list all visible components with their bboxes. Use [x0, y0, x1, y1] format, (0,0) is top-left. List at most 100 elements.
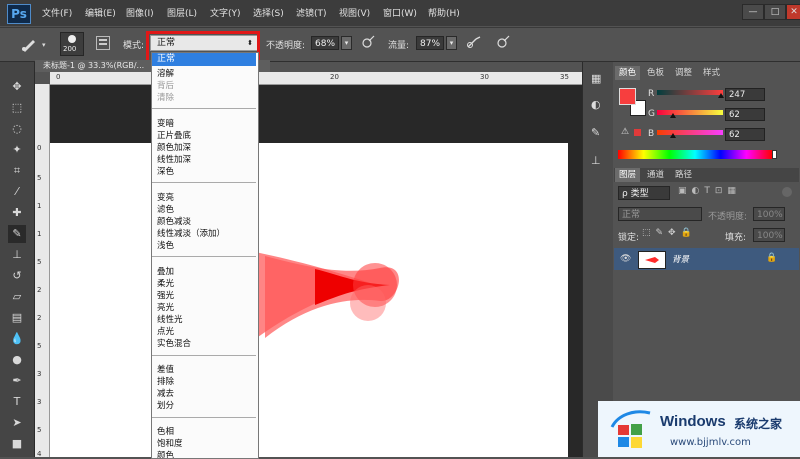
brush-panel-icon[interactable]: ✎ — [591, 126, 600, 139]
document-canvas[interactable] — [50, 143, 568, 457]
channel-r-slider[interactable] — [657, 90, 724, 98]
blend-option[interactable]: 背后 — [157, 79, 174, 91]
menu-select[interactable]: 选择(S) — [253, 6, 284, 19]
gradient-tool-icon[interactable]: ▤ — [8, 309, 26, 327]
menu-edit[interactable]: 编辑(E) — [85, 6, 116, 19]
eyedropper-tool-icon[interactable]: ⁄ — [8, 183, 26, 201]
blend-option[interactable]: 差值 — [157, 363, 174, 375]
blend-option-selected[interactable]: 正常 — [152, 53, 256, 66]
blend-option[interactable]: 溶解 — [157, 67, 174, 79]
history-brush-tool-icon[interactable]: ↺ — [8, 267, 26, 285]
menu-view[interactable]: 视图(V) — [339, 6, 370, 19]
pressure-opacity-icon[interactable] — [361, 35, 375, 49]
tool-preset-chevron-icon[interactable]: ▾ — [42, 41, 46, 49]
blend-option[interactable]: 浅色 — [157, 239, 174, 251]
menu-file[interactable]: 文件(F) — [42, 6, 72, 19]
blend-option[interactable]: 正片叠底 — [157, 129, 191, 141]
menu-help[interactable]: 帮助(H) — [428, 6, 460, 19]
menu-type[interactable]: 文字(Y) — [210, 6, 241, 19]
blend-option[interactable]: 减去 — [157, 387, 174, 399]
blend-option[interactable]: 色相 — [157, 425, 174, 437]
brush-tool-active-icon[interactable]: ✎ — [8, 225, 26, 243]
blend-option[interactable]: 划分 — [157, 399, 174, 411]
path-select-tool-icon[interactable]: ➤ — [8, 414, 26, 432]
blend-option[interactable]: 柔光 — [157, 277, 174, 289]
layer-opacity-input[interactable]: 100% — [753, 207, 785, 221]
brush-preset-picker[interactable]: 200 — [60, 32, 84, 56]
crop-tool-icon[interactable]: ⌗ — [8, 162, 26, 180]
blend-option[interactable]: 饱和度 — [157, 437, 183, 449]
slider-knob[interactable] — [670, 113, 677, 118]
blend-option[interactable]: 线性减淡（添加） — [157, 227, 225, 239]
menu-window[interactable]: 窗口(W) — [383, 6, 417, 19]
visibility-eye-icon[interactable]: 👁 — [620, 254, 631, 264]
color-spectrum-bar[interactable] — [618, 150, 772, 159]
properties-panel-icon[interactable]: ◐ — [591, 98, 601, 111]
tab-styles[interactable]: 样式 — [699, 66, 724, 80]
channel-g-slider[interactable] — [657, 110, 723, 118]
slider-knob[interactable] — [670, 133, 677, 138]
blend-option[interactable]: 强光 — [157, 289, 174, 301]
channel-b-value[interactable]: 62 — [725, 128, 765, 141]
blend-option[interactable]: 变亮 — [157, 191, 174, 203]
shape-tool-icon[interactable]: ■ — [8, 435, 26, 453]
opacity-input[interactable]: 68% — [311, 36, 339, 50]
type-tool-icon[interactable]: T — [8, 393, 26, 411]
dodge-tool-icon[interactable]: ● — [8, 351, 26, 369]
channel-g-value[interactable]: 62 — [725, 108, 765, 121]
blend-option[interactable]: 颜色减淡 — [157, 215, 191, 227]
tab-channels[interactable]: 通道 — [643, 168, 668, 182]
gamut-color-chip[interactable] — [634, 129, 641, 136]
quick-select-tool-icon[interactable]: ✦ — [8, 141, 26, 159]
blend-option[interactable]: 颜色 — [157, 449, 174, 458]
blend-option[interactable]: 线性加深 — [157, 153, 191, 165]
flow-dropdown-chevron-icon[interactable]: ▾ — [446, 36, 457, 50]
slider-knob[interactable] — [717, 93, 724, 98]
blend-option[interactable]: 变暗 — [157, 117, 174, 129]
marquee-tool-icon[interactable]: ⬚ — [8, 99, 26, 117]
channel-r-value[interactable]: 247 — [725, 88, 765, 101]
airbrush-icon[interactable] — [466, 35, 482, 49]
blend-option[interactable]: 实色混合 — [157, 337, 191, 349]
lock-icons[interactable]: ⬚✎✥🔒 — [642, 228, 697, 238]
maximize-button[interactable]: □ — [764, 4, 786, 20]
tab-adjustments[interactable]: 调整 — [671, 66, 696, 80]
blend-option[interactable]: 叠加 — [157, 265, 174, 277]
spectrum-white-chip[interactable] — [772, 150, 777, 159]
minimize-button[interactable]: — — [742, 4, 764, 20]
layer-blend-select[interactable]: 正常 — [618, 207, 702, 221]
blend-option[interactable]: 深色 — [157, 165, 174, 177]
blend-option[interactable]: 亮光 — [157, 301, 174, 313]
lasso-tool-icon[interactable]: ◌ — [8, 120, 26, 138]
blend-option[interactable]: 线性光 — [157, 313, 183, 325]
layer-name[interactable]: 背景 — [672, 253, 689, 265]
blend-option[interactable]: 滤色 — [157, 203, 174, 215]
blur-tool-icon[interactable]: 💧 — [8, 330, 26, 348]
blend-option[interactable]: 点光 — [157, 325, 174, 337]
filter-toggle-icon[interactable] — [782, 187, 792, 197]
brush-tool-icon[interactable] — [20, 36, 40, 52]
tab-swatches[interactable]: 色板 — [643, 66, 668, 80]
pen-tool-icon[interactable]: ✒ — [8, 372, 26, 390]
healing-brush-tool-icon[interactable]: ✚ — [8, 204, 26, 222]
brush-panel-toggle-icon[interactable] — [96, 36, 110, 50]
history-panel-icon[interactable]: ▦ — [591, 72, 601, 85]
pressure-size-icon[interactable] — [496, 35, 510, 49]
menu-image[interactable]: 图像(I) — [126, 6, 154, 19]
channel-b-slider[interactable] — [657, 130, 723, 138]
blend-option[interactable]: 清除 — [157, 91, 174, 103]
blend-option[interactable]: 颜色加深 — [157, 141, 191, 153]
tab-layers[interactable]: 图层 — [615, 168, 641, 182]
move-tool-icon[interactable]: ✥ — [8, 78, 26, 96]
close-button[interactable]: ✕ — [786, 4, 800, 20]
layer-filter-icons[interactable]: ▣◐T⊡▦ — [678, 186, 741, 196]
layer-filter-select[interactable]: ρ 类型 — [618, 186, 670, 200]
foreground-color-swatch[interactable] — [619, 88, 636, 105]
clone-source-panel-icon[interactable]: ⊥ — [591, 154, 601, 167]
tab-paths[interactable]: 路径 — [671, 168, 696, 182]
layer-row-background[interactable]: 👁 背景 🔒 — [614, 248, 799, 270]
flow-input[interactable]: 87% — [416, 36, 444, 50]
menu-filter[interactable]: 滤镜(T) — [296, 6, 327, 19]
opacity-dropdown-chevron-icon[interactable]: ▾ — [341, 36, 352, 50]
tab-color[interactable]: 颜色 — [615, 66, 641, 80]
